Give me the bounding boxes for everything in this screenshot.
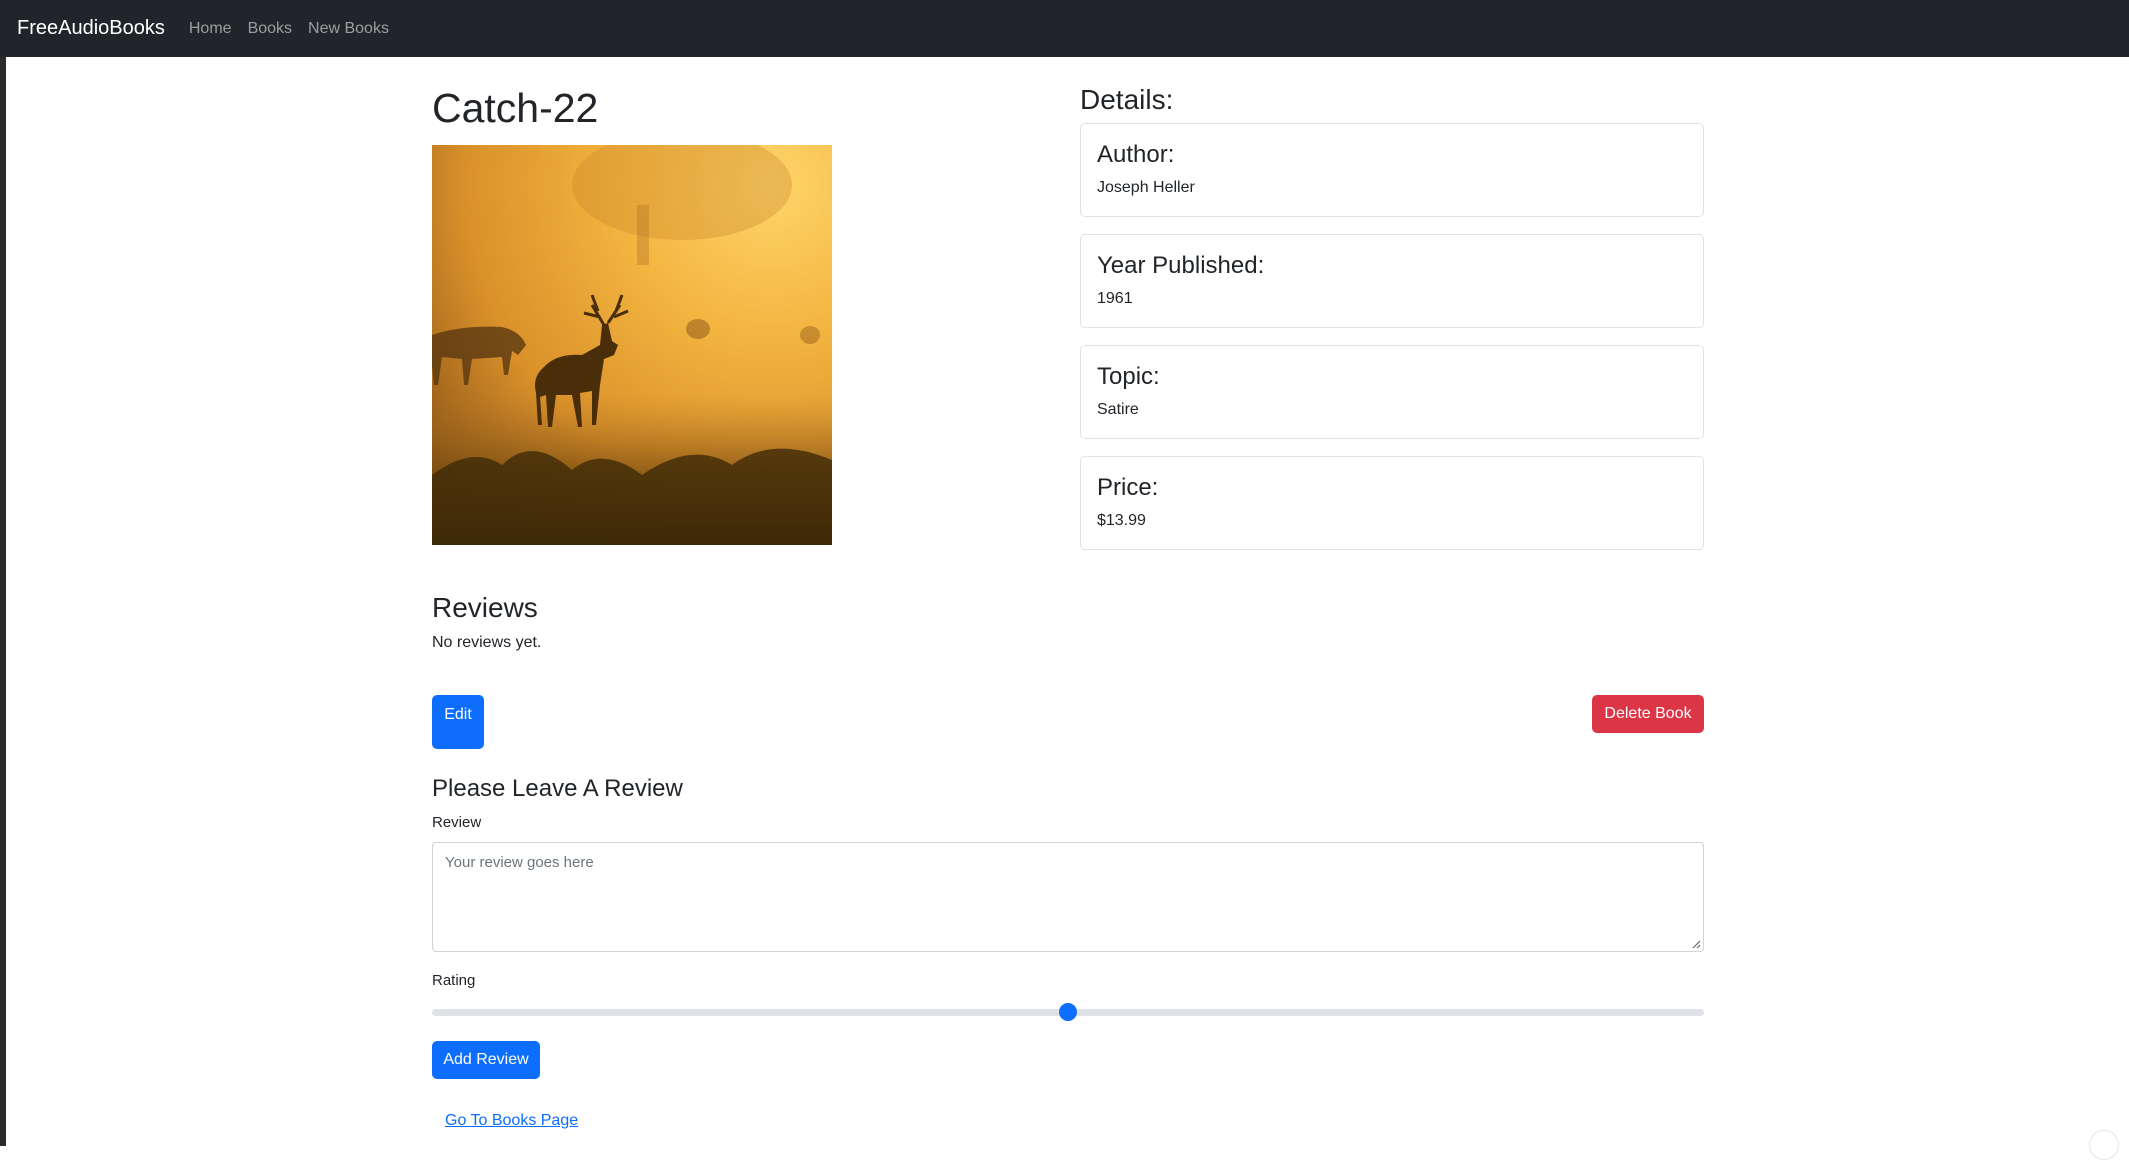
price-value: $13.99 (1097, 512, 1687, 530)
review-placeholder: Your review goes here (445, 854, 594, 871)
go-to-books-link[interactable]: Go To Books Page (445, 1112, 578, 1130)
nav-link-new-books[interactable]: New Books (308, 20, 389, 38)
year-card: Year Published: 1961 (1080, 234, 1704, 328)
author-value: Joseph Heller (1097, 179, 1687, 197)
edit-button[interactable]: Edit (432, 695, 484, 749)
topic-value: Satire (1097, 401, 1687, 419)
brand-link[interactable]: FreeAudioBooks (17, 17, 165, 40)
author-label: Author: (1097, 141, 1687, 169)
book-cover-image (432, 145, 832, 545)
no-reviews-text: No reviews yet. (432, 634, 541, 652)
topic-card: Topic: Satire (1080, 345, 1704, 439)
nav-link-books[interactable]: Books (248, 20, 292, 38)
year-label: Year Published: (1097, 252, 1687, 280)
price-label: Price: (1097, 474, 1687, 502)
book-title: Catch-22 (432, 84, 598, 132)
top-navbar: FreeAudioBooks Home Books New Books (0, 0, 2129, 57)
rating-slider-thumb[interactable] (1059, 1003, 1077, 1021)
details-heading: Details: (1080, 84, 1173, 116)
add-review-button[interactable]: Add Review (432, 1041, 540, 1079)
review-form-heading: Please Leave A Review (432, 774, 683, 804)
scroll-indicator[interactable] (2089, 1130, 2119, 1160)
rating-label: Rating (432, 972, 475, 989)
delete-book-button[interactable]: Delete Book (1592, 695, 1704, 733)
topic-label: Topic: (1097, 363, 1687, 391)
resize-grip-icon[interactable] (1691, 939, 1701, 949)
author-card: Author: Joseph Heller (1080, 123, 1704, 217)
year-value: 1961 (1097, 290, 1687, 308)
review-textarea[interactable]: Your review goes here (432, 842, 1704, 952)
review-label: Review (432, 814, 481, 831)
reviews-heading: Reviews (432, 592, 538, 624)
browser-frame (0, 0, 2129, 1146)
price-card: Price: $13.99 (1080, 456, 1704, 550)
nav-link-home[interactable]: Home (189, 20, 232, 38)
deer-sunrise-image (432, 145, 832, 545)
